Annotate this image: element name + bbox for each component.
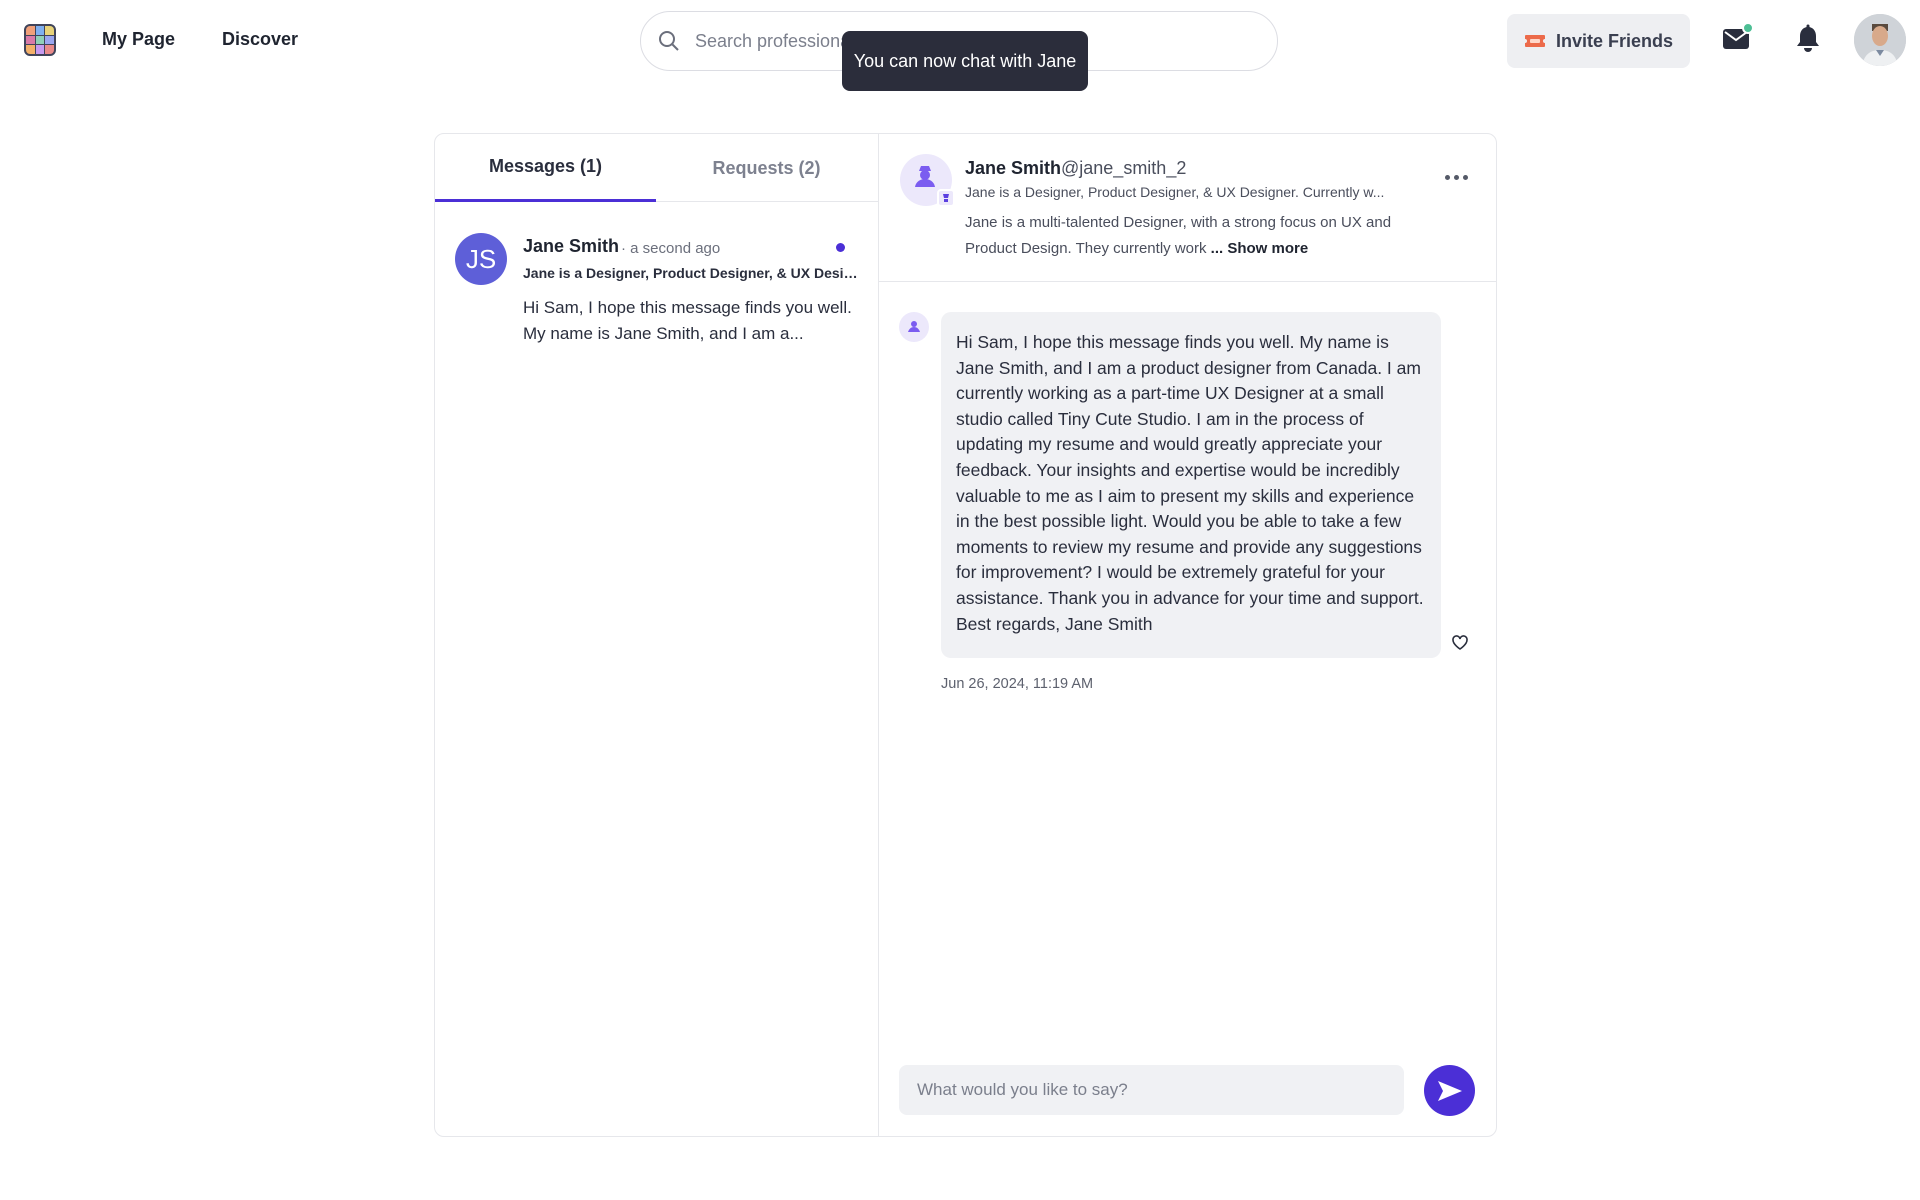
unread-indicator: [836, 243, 845, 252]
invite-friends-label: Invite Friends: [1555, 30, 1674, 51]
message-composer[interactable]: [899, 1065, 1404, 1115]
messaging-panel: Messages (1) Requests (2) JS Jane Smith …: [434, 133, 1497, 1137]
message-preview: Hi Sam, I hope this message finds you we…: [523, 298, 852, 343]
send-button[interactable]: [1424, 1065, 1475, 1116]
show-more-link[interactable]: ... Show more: [1211, 240, 1309, 257]
message-bubble: Hi Sam, I hope this message finds you we…: [941, 312, 1441, 658]
bio-text: Jane is a multi-talented Designer, with …: [965, 214, 1392, 257]
messages-button[interactable]: [1722, 22, 1754, 52]
conversation-item[interactable]: JS Jane Smith · a second ago Jane is a D…: [435, 202, 878, 352]
message-input[interactable]: [899, 1065, 1404, 1115]
conversation-time: · a second ago: [621, 240, 721, 257]
send-icon: [1437, 1080, 1462, 1101]
nav-discover[interactable]: Discover: [222, 29, 298, 50]
contact-headline: Jane is a Designer, Product Designer, & …: [523, 265, 863, 281]
nav-my-page[interactable]: My Page: [102, 29, 175, 50]
user-avatar[interactable]: [1854, 14, 1906, 66]
invite-friends-button[interactable]: Invite Friends: [1507, 14, 1690, 68]
chat-contact-handle: @jane_smith_2: [1061, 158, 1187, 178]
sender-avatar: [899, 312, 929, 342]
conversation-list-pane: Messages (1) Requests (2) JS Jane Smith …: [435, 134, 879, 1136]
chat-pane: Jane Smith @jane_smith_2 Jane is a Desig…: [879, 134, 1496, 1136]
contact-name: Jane Smith: [523, 236, 620, 256]
chat-contact-bio: Jane is a multi-talented Designer, with …: [965, 210, 1415, 262]
chat-header: Jane Smith @jane_smith_2 Jane is a Desig…: [879, 134, 1496, 282]
search-icon: [659, 31, 679, 51]
message-timestamp: Jun 26, 2024, 11:19 AM: [941, 676, 1094, 692]
person-icon: [908, 321, 920, 332]
tab-messages[interactable]: Messages (1): [435, 134, 656, 202]
contact-avatar: JS: [455, 233, 507, 285]
user-photo-icon: [1854, 14, 1906, 66]
chat-contact-name[interactable]: Jane Smith: [965, 158, 1061, 179]
tab-requests[interactable]: Requests (2): [656, 134, 877, 202]
notifications-button[interactable]: [1794, 24, 1822, 54]
app-logo-icon[interactable]: [24, 24, 56, 56]
ticket-icon: [1524, 35, 1545, 47]
like-button[interactable]: [1451, 634, 1469, 650]
online-indicator: [1742, 22, 1754, 34]
badge-icon: [937, 189, 955, 207]
chat-contact-headline: Jane is a Designer, Product Designer, & …: [965, 184, 1385, 200]
more-options-button[interactable]: [1445, 172, 1473, 182]
chat-enabled-toast: You can now chat with Jane: [842, 31, 1088, 91]
heart-icon: [1452, 635, 1468, 650]
more-horizontal-icon: [1445, 174, 1450, 180]
message-tabs: Messages (1) Requests (2): [435, 134, 878, 202]
bell-icon: [1797, 24, 1819, 52]
